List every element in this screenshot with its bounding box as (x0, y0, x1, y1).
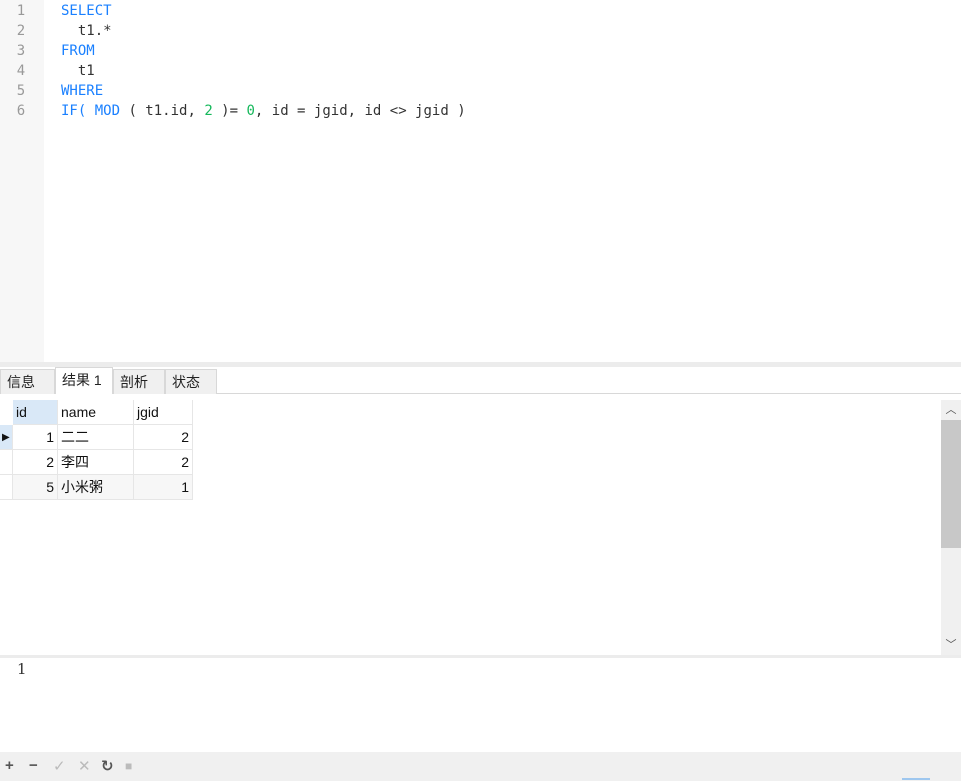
tab-info[interactable]: 信息 (0, 369, 55, 394)
vertical-scrollbar[interactable]: ︿ ﹀ (941, 400, 961, 655)
code-line[interactable]: t1 (61, 61, 95, 81)
message-panel: 1 (0, 658, 961, 752)
table-cell[interactable]: 李四 (58, 450, 134, 475)
sql-text: t1 (61, 63, 95, 79)
column-header-id[interactable]: id (13, 400, 58, 425)
sql-keyword: IF( (61, 103, 95, 119)
tab-profile[interactable]: 剖析 (113, 369, 165, 394)
row-indicator[interactable]: ▶ (0, 425, 13, 450)
result-tabs: 信息 结果 1 剖析 状态 (0, 367, 961, 394)
sql-number: 2 (204, 103, 213, 119)
table-cell[interactable]: 小米粥 (58, 475, 134, 500)
table-cell[interactable]: 1 (13, 425, 58, 450)
table-cell[interactable]: 1 (134, 475, 193, 500)
refresh-icon[interactable]: ↻ (101, 757, 114, 775)
scroll-thumb[interactable] (941, 420, 961, 548)
scroll-up-icon[interactable]: ︿ (941, 400, 961, 420)
code-line[interactable]: IF( MOD ( t1.id, 2 )= 0, id = jgid, id <… (61, 101, 466, 121)
tab-result-1[interactable]: 结果 1 (55, 367, 113, 394)
table-cell[interactable]: 二二 (58, 425, 134, 450)
column-header-name[interactable]: name (58, 400, 134, 425)
table-cell[interactable]: 2 (134, 450, 193, 475)
sql-number: 0 (246, 103, 255, 119)
discard-changes-icon[interactable]: ✕ (78, 757, 91, 775)
sql-keyword: WHERE (61, 83, 104, 99)
stop-icon[interactable]: ■ (125, 759, 132, 773)
scroll-down-icon[interactable]: ﹀ (941, 635, 961, 655)
column-header-jgid[interactable]: jgid (134, 400, 193, 425)
add-record-icon[interactable]: + (5, 757, 14, 774)
table-cell[interactable]: 2 (13, 450, 58, 475)
tab-status[interactable]: 状态 (165, 369, 217, 394)
code-line[interactable]: SELECT (61, 1, 112, 21)
code-line[interactable]: FROM (61, 41, 95, 61)
code-line[interactable]: t1.* (61, 21, 112, 41)
sql-text: t1.* (61, 23, 112, 39)
line-number-gutter: 1 2 3 4 5 6 (0, 0, 44, 362)
table-cell[interactable]: 5 (13, 475, 58, 500)
sql-keyword: FROM (61, 43, 95, 59)
row-indicator[interactable] (0, 450, 13, 475)
message-text: 1 (17, 660, 27, 678)
sql-editor[interactable]: 1 2 3 4 5 6 SELECT t1.* FROM t1 WHERE IF( MOD ( … (0, 0, 961, 362)
code-line[interactable]: WHERE (61, 81, 103, 101)
line-number: 4 (16, 63, 26, 79)
status-indicator (902, 778, 930, 780)
row-indicator[interactable] (0, 475, 13, 500)
sql-keyword: SELECT (61, 3, 112, 19)
sql-keyword: MOD (94, 103, 121, 119)
line-number: 3 (16, 43, 26, 59)
line-number: 2 (16, 23, 26, 39)
sql-text: ( t1.id, (120, 103, 205, 119)
delete-record-icon[interactable]: − (29, 757, 38, 774)
line-number: 6 (16, 103, 26, 119)
line-number: 1 (16, 3, 26, 19)
table-cell[interactable]: 2 (134, 425, 193, 450)
grid-toolbar: + − ✓ ✕ ↻ ■ (0, 752, 961, 781)
sql-text: , id = jgid, id <> jgid ) (254, 103, 466, 119)
line-number: 5 (16, 83, 26, 99)
apply-changes-icon[interactable]: ✓ (53, 757, 66, 775)
sql-text: )= (212, 103, 247, 119)
